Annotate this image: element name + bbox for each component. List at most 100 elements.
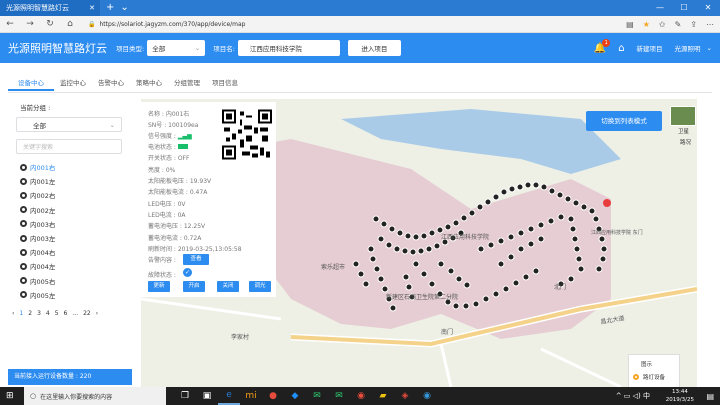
refresh-icon[interactable]: ↻	[40, 19, 60, 29]
new-tab-icon[interactable]: +	[106, 0, 114, 16]
file-explorer-icon[interactable]: ▣	[196, 387, 218, 405]
group-select-value: 全部	[33, 121, 46, 130]
info-solar-voltage: 太阳能板电压 : 19.93V	[148, 178, 212, 185]
satellite-label[interactable]: 卫星	[678, 127, 689, 135]
page-number[interactable]: 3	[37, 310, 41, 317]
window-controls: — ☐ ✕	[648, 0, 720, 16]
list-item[interactable]: 内001左	[20, 174, 133, 188]
list-item[interactable]: 内002右	[20, 188, 133, 202]
list-item[interactable]: 内003右	[20, 217, 133, 231]
page-number[interactable]: 22	[83, 310, 91, 317]
notification-center-icon[interactable]: ▤	[706, 392, 714, 401]
taskbar-search[interactable]: ○ 在这里输入你要搜索的内容	[24, 387, 166, 405]
app-icon[interactable]: ●	[262, 387, 284, 405]
back-icon[interactable]: ←	[0, 19, 20, 29]
turn-off-button[interactable]: 关闭	[217, 281, 239, 292]
reading-list-icon[interactable]: ✎	[675, 20, 682, 29]
update-button[interactable]: 更新	[148, 281, 170, 292]
info-battery-label: 电池状态 :	[148, 144, 176, 151]
satellite-toggle[interactable]	[670, 106, 696, 126]
home-icon[interactable]: ⌂	[60, 19, 80, 29]
page-number[interactable]: 2	[28, 310, 32, 317]
tab-alarm-center[interactable]: 告警中心	[92, 75, 130, 91]
taskbar-clock[interactable]: 13:44 2019/3/25	[666, 388, 694, 404]
info-refresh-time: 刷新时间 : 2019-03-25,13:05:58	[148, 246, 242, 253]
turn-on-button[interactable]: 开启	[183, 281, 205, 292]
tab-monitor-center[interactable]: 监控中心	[54, 75, 92, 91]
next-page-icon[interactable]: ›	[96, 310, 98, 317]
app-icon[interactable]: ◉	[416, 387, 438, 405]
user-menu[interactable]: 光源照明	[675, 43, 701, 53]
mi-icon[interactable]: mi	[240, 387, 262, 405]
tab-strategy-center[interactable]: 策略中心	[130, 75, 168, 91]
group-select[interactable]: 全部 ⌄	[16, 117, 122, 132]
list-item[interactable]: 内002左	[20, 203, 133, 217]
close-icon[interactable]: ✕	[89, 4, 95, 12]
chevron-down-icon[interactable]: ⌄	[120, 0, 128, 16]
prev-page-icon[interactable]: ‹	[12, 310, 14, 317]
chevron-down-icon[interactable]: ⌄	[707, 44, 712, 52]
tab-project-info[interactable]: 项目信息	[206, 75, 244, 91]
reading-view-icon[interactable]: ▤	[626, 20, 634, 29]
edge-icon[interactable]: e	[218, 387, 240, 405]
favorites-icon[interactable]: ✩	[659, 20, 666, 29]
more-icon[interactable]: ⋯	[706, 20, 714, 29]
tray-icons[interactable]: ^ ▭ ◁) 中	[616, 391, 650, 401]
page-number[interactable]: 5	[55, 310, 59, 317]
task-view-icon[interactable]: ❐	[174, 387, 196, 405]
wechat-work-icon[interactable]: ✉	[328, 387, 350, 405]
list-item[interactable]: 内005右	[20, 274, 133, 288]
tab-group-management[interactable]: 分组管理	[168, 75, 206, 91]
device-search-input[interactable]: 关键字搜索	[16, 139, 122, 154]
window-close-icon[interactable]: ✕	[696, 0, 720, 16]
project-name-value: 江西应用科技学院	[249, 45, 302, 53]
project-name-input[interactable]: 江西应用科技学院	[237, 40, 340, 56]
info-brightness: 亮度 : 0%	[148, 167, 176, 174]
view-alarm-button[interactable]: 查看	[183, 254, 209, 265]
forward-icon[interactable]: →	[20, 19, 40, 29]
page-number[interactable]: 4	[46, 310, 50, 317]
info-sn: SN号 : 100109ea	[148, 122, 199, 129]
browser-tab[interactable]: 光源照明智慧路灯云 ✕	[0, 0, 100, 16]
map-pin-icon[interactable]	[603, 199, 611, 207]
page-number[interactable]: 6	[64, 310, 68, 317]
tab-device-center[interactable]: 设备中心	[8, 75, 54, 91]
app-header: 光源照明智慧路灯云 项目类型: 全部 ⌄ 项目名: 江西应用科技学院 进入项目 …	[0, 33, 720, 63]
qr-code-image	[222, 109, 272, 160]
list-item[interactable]: 内004右	[20, 245, 133, 259]
list-item[interactable]: 内003左	[20, 231, 133, 245]
dim-button[interactable]: 调光	[249, 281, 271, 292]
legend-item: 路灯设备	[643, 375, 666, 381]
switch-to-list-button[interactable]: 切换到列表模式	[586, 111, 662, 131]
header-right: 🔔 1 ⌂ 新建项目 光源照明 ⌄	[594, 33, 712, 63]
bell-icon[interactable]: 🔔 1	[594, 38, 611, 54]
page-ellipsis[interactable]: ...	[72, 310, 78, 317]
browser-tab-bar: 光源照明智慧路灯云 ✕ + ⌄ — ☐ ✕	[0, 0, 720, 16]
app-icon[interactable]: ◉	[350, 387, 372, 405]
list-item[interactable]: 内005左	[20, 288, 133, 302]
app-icon[interactable]: ◆	[284, 387, 306, 405]
device-name: 内003左	[30, 235, 56, 244]
home-icon[interactable]: ⌂	[618, 43, 624, 54]
list-item[interactable]: 内001右	[20, 160, 133, 174]
favorite-star-icon[interactable]: ★	[643, 20, 650, 29]
maximize-icon[interactable]: ☐	[672, 0, 696, 16]
minimize-icon[interactable]: —	[648, 0, 672, 16]
info-name: 名称 : 内001右	[148, 111, 190, 118]
new-project-link[interactable]: 新建项目	[637, 43, 663, 53]
url-input[interactable]: 🔒 https://solariot.jagyzm.com/370/app/de…	[88, 18, 608, 30]
device-count-bar: 当前接入运行设备数量 : 220	[8, 369, 132, 385]
info-led-voltage: LED电压 : 0V	[148, 201, 186, 208]
list-item[interactable]: 内004左	[20, 259, 133, 273]
page-number[interactable]: 1	[19, 310, 23, 317]
traffic-label[interactable]: 路况	[680, 138, 691, 146]
taskbar-apps: ❐ ▣ e mi ● ◆ ✉ ✉ ◉ ▰ ◈ ◉	[174, 387, 438, 405]
share-icon[interactable]: ⇪	[690, 20, 697, 29]
folder-icon[interactable]: ▰	[372, 387, 394, 405]
windows-start-icon[interactable]: ⊞	[6, 391, 14, 401]
app-icon[interactable]: ◈	[394, 387, 416, 405]
check-icon: ✓	[183, 268, 192, 277]
project-type-select[interactable]: 全部 ⌄	[147, 40, 206, 56]
enter-project-button[interactable]: 进入项目	[347, 40, 401, 56]
wechat-icon[interactable]: ✉	[306, 387, 328, 405]
